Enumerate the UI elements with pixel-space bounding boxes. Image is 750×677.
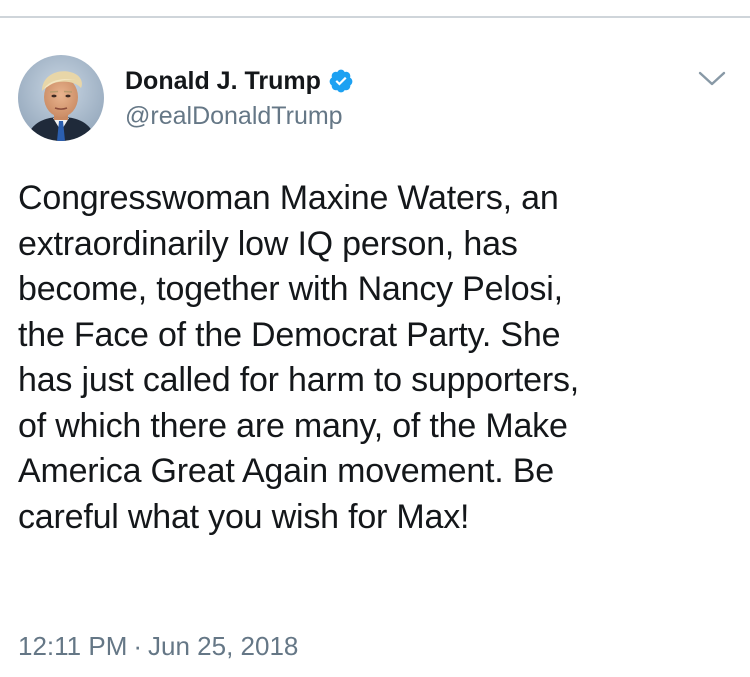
tweet-date: Jun 25, 2018: [148, 631, 299, 661]
profile-photo-avatar: [18, 55, 104, 141]
author-display-name[interactable]: Donald J. Trump: [125, 64, 321, 98]
tweet-text-line: Congresswoman Maxine Waters, an: [18, 179, 559, 217]
verified-badge-icon: [328, 68, 354, 94]
tweet-header: Donald J. Trump @realDonaldTrump: [125, 64, 645, 132]
top-divider: [0, 16, 750, 18]
tweet-text-line: the Face of the Democrat Party. She: [18, 315, 561, 354]
tweet-time: 12:11 PM: [18, 631, 128, 661]
tweet-text-line: extraordinarily low IQ person, has: [18, 224, 518, 263]
tweet-text: Congresswoman Maxine Waters, an extraord…: [18, 176, 733, 540]
chevron-down-icon[interactable]: [697, 68, 727, 90]
tweet-text-line: has just called for harm to supporters,: [18, 361, 580, 399]
avatar[interactable]: [18, 55, 104, 141]
timestamp-separator: ·: [133, 631, 143, 661]
author-handle[interactable]: @realDonaldTrump: [125, 100, 645, 132]
tweet-text-line: become, together with Nancy Pelosi,: [18, 270, 563, 308]
tweet-text-line: careful what you wish for Max!: [18, 497, 470, 536]
author-name-row: Donald J. Trump: [125, 64, 645, 98]
tweet-timestamp[interactable]: 12:11 PM · Jun 25, 2018: [18, 629, 298, 663]
tweet-text-line: of which there are many, of the Make: [18, 406, 568, 445]
tweet-text-line: America Great Again movement. Be: [18, 452, 554, 490]
